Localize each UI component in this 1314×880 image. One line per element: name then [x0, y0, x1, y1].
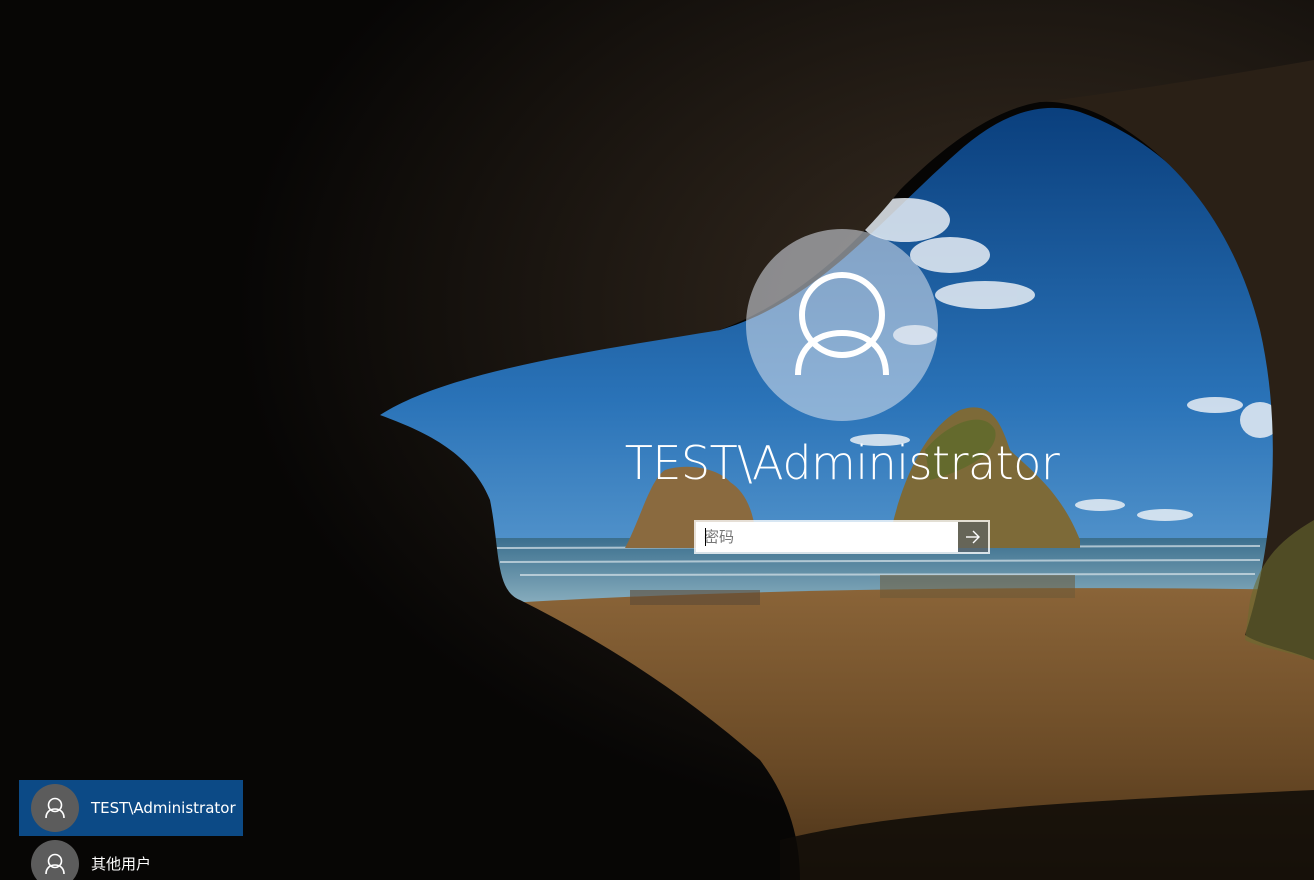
user-avatar-large [746, 229, 938, 421]
person-icon [45, 853, 65, 875]
arrow-right-icon [966, 530, 980, 544]
password-input[interactable] [696, 522, 958, 552]
user-tile-administrator[interactable]: TEST\Administrator [19, 780, 243, 836]
username-title: TEST\Administrator [624, 436, 1060, 490]
password-box [694, 520, 990, 554]
user-avatar-small [31, 784, 79, 832]
user-avatar-small [31, 840, 79, 880]
user-tile-label: 其他用户 [91, 855, 152, 873]
submit-button[interactable] [958, 522, 988, 552]
person-icon [45, 797, 65, 819]
person-icon [795, 272, 889, 376]
lock-screen: TEST\Administrator TEST\Administrator 其他… [0, 0, 1314, 880]
user-tile-label: TEST\Administrator [91, 799, 236, 817]
user-switch-list: TEST\Administrator 其他用户 [19, 780, 243, 880]
user-tile-other-user[interactable]: 其他用户 [19, 836, 243, 880]
text-caret [705, 528, 706, 546]
